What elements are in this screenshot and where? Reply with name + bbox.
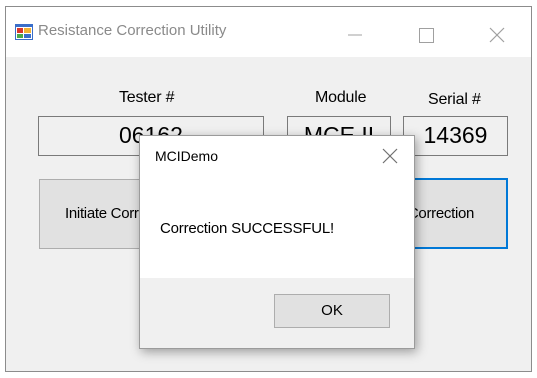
dialog-footer: OK: [140, 278, 414, 348]
close-button[interactable]: [466, 7, 526, 57]
module-label: Module: [315, 89, 367, 106]
ok-button[interactable]: OK: [274, 294, 390, 328]
minimize-button[interactable]: [324, 7, 384, 57]
maximize-button[interactable]: [395, 7, 455, 57]
title-bar[interactable]: Resistance Correction Utility: [6, 7, 531, 57]
dialog-message: Correction SUCCESSFUL!: [160, 220, 334, 237]
serial-label: Serial #: [428, 91, 481, 108]
app-window-icon: [15, 24, 33, 40]
close-icon: [382, 148, 398, 164]
message-dialog: MCIDemo Correction SUCCESSFUL! OK: [139, 135, 415, 349]
tester-label: Tester #: [119, 89, 175, 106]
minimize-icon: [348, 34, 362, 36]
dialog-title: MCIDemo: [155, 148, 219, 164]
maximize-icon: [419, 28, 434, 43]
close-icon: [489, 27, 505, 43]
window-title: Resistance Correction Utility: [38, 22, 227, 39]
serial-field[interactable]: 14369: [403, 116, 508, 156]
dialog-close-button[interactable]: [372, 140, 408, 170]
